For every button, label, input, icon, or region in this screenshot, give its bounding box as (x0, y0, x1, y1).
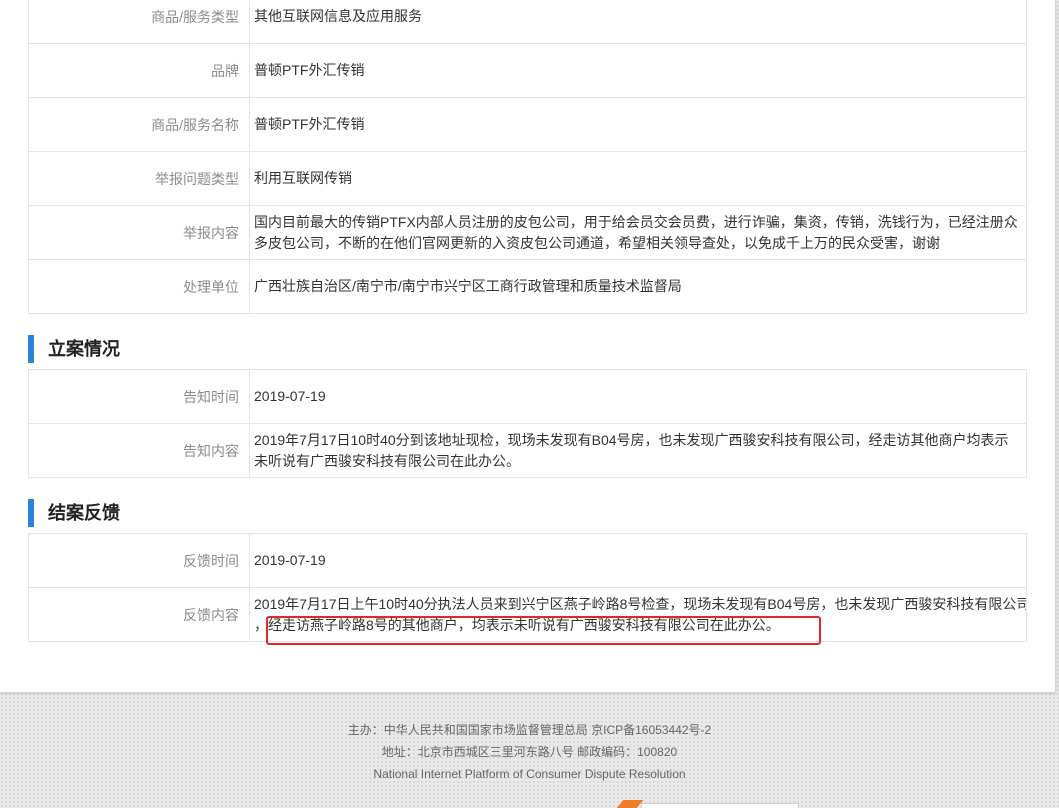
row-notice-content: 告知内容 2019年7月17日10时40分到该地址现检，现场未发现有B04号房，… (29, 424, 1026, 478)
field-label: 反馈时间 (29, 534, 250, 587)
section-accent-bar (28, 499, 34, 527)
filing-table: 告知时间 2019-07-19 告知内容 2019年7月17日10时40分到该地… (28, 369, 1027, 478)
field-value-line: 2019年7月17日上午10时40分执法人员来到兴宁区燕子岭路8号检查，现场未发… (254, 595, 1026, 612)
field-value: 广西壮族自治区/南宁市/南宁市兴宁区工商行政管理和质量技术监督局 (254, 278, 682, 294)
field-value-line: 国内目前最大的传销PTFX内部人员注册的皮包公司，用于给会员交会员费，进行诈骗，… (254, 213, 1018, 230)
section-title: 立案情况 (48, 339, 120, 359)
field-label: 商品/服务名称 (29, 98, 250, 151)
field-label: 告知内容 (29, 424, 250, 477)
field-label: 举报内容 (29, 206, 250, 259)
row-product-name: 商品/服务名称 普顿PTF外汇传销 (29, 98, 1026, 152)
red-highlight-box (266, 616, 821, 645)
field-value: 其他互联网信息及应用服务 (254, 8, 422, 24)
filing-section-heading: 立案情况 (28, 335, 328, 363)
complaint-details-table: 商品/服务类型 其他互联网信息及应用服务 品牌 普顿PTF外汇传销 商品/服务名… (28, 0, 1027, 314)
closing-section-heading: 结案反馈 (28, 499, 328, 527)
footer-sponsor: 主办：中华人民共和国国家市场监督管理总局 京ICP备16053442号-2 (347, 723, 712, 737)
field-label: 告知时间 (29, 370, 250, 423)
row-feedback-time: 反馈时间 2019-07-19 (29, 534, 1026, 588)
field-label: 商品/服务类型 (29, 0, 250, 43)
bottom-floating-bar[interactable] (641, 803, 799, 808)
field-value-line: 未听说有广西骏安科技有限公司在此办公。 (254, 452, 520, 469)
field-value: 2019年7月17日10时40分到该地址现检，现场未发现有B04号房，也未发现广… (250, 424, 1026, 477)
row-notice-time: 告知时间 2019-07-19 (29, 370, 1026, 424)
row-report-type: 举报问题类型 利用互联网传销 (29, 152, 1026, 206)
section-title: 结案反馈 (48, 503, 120, 523)
site-footer: 主办：中华人民共和国国家市场监督管理总局 京ICP备16053442号-2 地址… (0, 719, 1059, 785)
orange-ribbon-decoration (616, 800, 644, 808)
field-value-line: 2019年7月17日10时40分到该地址现检，现场未发现有B04号房，也未发现广… (254, 431, 1009, 448)
field-label: 品牌 (29, 44, 250, 97)
footer-address: 地址：北京市西城区三里河东路八号 邮政编码：100820 (381, 745, 678, 759)
field-label: 反馈内容 (29, 588, 250, 641)
content-panel: 商品/服务类型 其他互联网信息及应用服务 品牌 普顿PTF外汇传销 商品/服务名… (0, 0, 1056, 692)
field-label: 处理单位 (29, 260, 250, 313)
row-brand: 品牌 普顿PTF外汇传销 (29, 44, 1026, 98)
field-value: 利用互联网传销 (254, 170, 352, 186)
row-product-type: 商品/服务类型 其他互联网信息及应用服务 (29, 0, 1026, 44)
field-value-line: 多皮包公司，不断的在他们官网更新的入资皮包公司通道，希望相关领导查处，以免成千上… (254, 234, 940, 251)
field-value: 2019-07-19 (254, 552, 326, 568)
row-report-content: 举报内容 国内目前最大的传销PTFX内部人员注册的皮包公司，用于给会员交会员费，… (29, 206, 1026, 260)
field-value: 2019-07-19 (254, 388, 326, 404)
row-handling-unit: 处理单位 广西壮族自治区/南宁市/南宁市兴宁区工商行政管理和质量技术监督局 (29, 260, 1026, 314)
section-accent-bar (28, 335, 34, 363)
field-label: 举报问题类型 (29, 152, 250, 205)
field-value: 普顿PTF外汇传销 (254, 116, 365, 132)
field-value: 国内目前最大的传销PTFX内部人员注册的皮包公司，用于给会员交会员费，进行诈骗，… (250, 206, 1026, 259)
field-value: 普顿PTF外汇传销 (254, 62, 365, 78)
footer-english-name: National Internet Platform of Consumer D… (373, 767, 686, 781)
